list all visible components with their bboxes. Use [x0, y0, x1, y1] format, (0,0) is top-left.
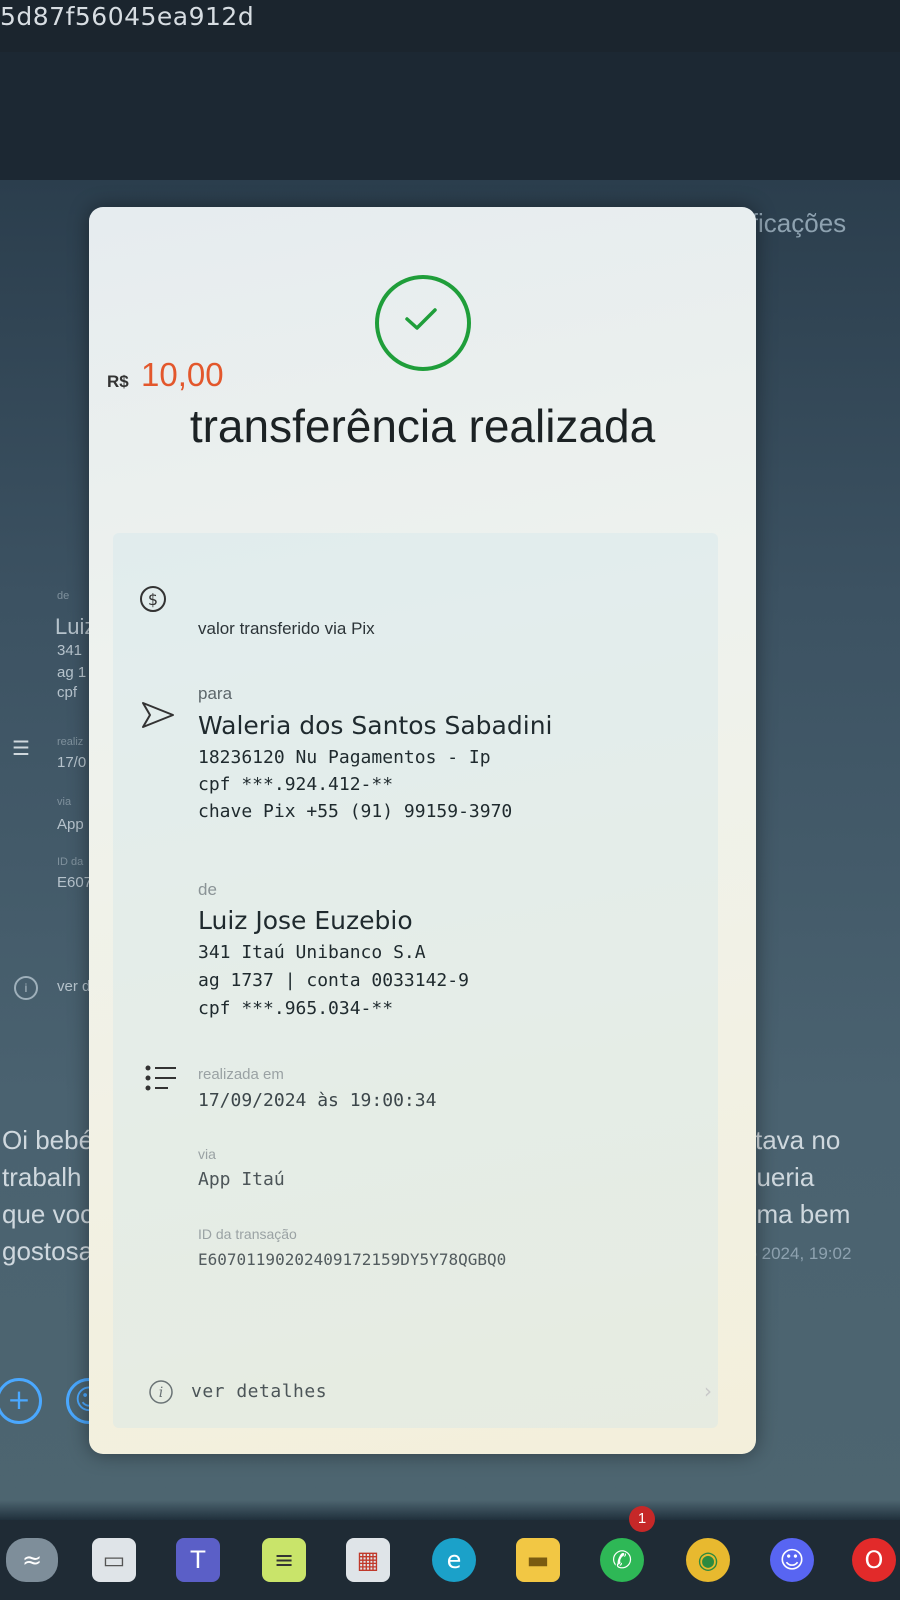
- list-icon: [145, 1065, 176, 1091]
- store-icon[interactable]: ▦: [346, 1538, 390, 1582]
- bg-message-line: trabalh: [2, 1162, 82, 1192]
- via-value: App Itaú: [198, 1169, 285, 1190]
- more-details-label: ver detalhes: [191, 1381, 328, 1402]
- background-notifications-label: ificações: [745, 208, 847, 238]
- from-account: ag 1737 | conta 0033142-9: [198, 970, 469, 991]
- from-cpf: cpf ***.965.034-**: [198, 998, 394, 1019]
- whatsapp-notification-badge: 1: [629, 1506, 655, 1532]
- bg-via: App: [57, 816, 84, 833]
- bg-message-right: stava no queria uma bem: [742, 1122, 900, 1233]
- window-title-bar: 5d87f56045ea912d: [0, 0, 900, 52]
- chevron-right-icon: ›: [704, 1379, 712, 1403]
- folder-icon[interactable]: ▬: [516, 1538, 560, 1582]
- widgets-icon[interactable]: ≈: [6, 1538, 58, 1582]
- taskbar: ≈ ▭ T ≡ ▦ e ▬ ✆ ◉ ☺ O: [0, 1520, 900, 1600]
- bg-message-left: Oi bebé trabalh que voc gostosa: [2, 1122, 102, 1270]
- bg-de-label: de: [57, 590, 70, 602]
- bg-message-line: stava no: [742, 1125, 841, 1155]
- amount-currency: R$: [107, 372, 129, 391]
- from-bank: 341 Itaú Unibanco S.A: [198, 942, 426, 963]
- files-icon[interactable]: ▭: [92, 1538, 136, 1582]
- chrome-icon[interactable]: ◉: [686, 1538, 730, 1582]
- bg-message-line: queria: [742, 1162, 815, 1192]
- bg-message-line: uma bem: [742, 1199, 851, 1229]
- send-icon: [142, 702, 174, 728]
- realized-label: realizada em: [198, 1066, 284, 1083]
- to-pix-key: chave Pix +55 (91) 99159-3970: [198, 801, 513, 822]
- add-button[interactable]: +: [0, 1378, 42, 1424]
- bg-ver-label: ver d: [57, 978, 91, 995]
- svg-text:i: i: [159, 1385, 163, 1401]
- bg-via-label: via: [57, 796, 72, 808]
- bg-list-icon: ☰: [12, 738, 30, 760]
- to-bank: 18236120 Nu Pagamentos - Ip: [198, 747, 491, 768]
- success-check-icon: [375, 275, 471, 371]
- amount-label: valor transferido via Pix: [198, 619, 375, 638]
- more-details-link[interactable]: i ver detalhes ›: [142, 1375, 712, 1411]
- to-cpf: cpf ***.924.412-**: [198, 774, 394, 795]
- transaction-id-value: E60701190202409172159DY5Y78QGBQ0: [198, 1250, 507, 1269]
- receipt-title: transferência realizada: [189, 400, 656, 452]
- realized-value: 17/09/2024 às 19:00:34: [198, 1090, 437, 1111]
- bg-bank: 341: [57, 642, 83, 659]
- to-label: para: [198, 684, 233, 703]
- bg-message-line: Oi bebé: [2, 1125, 94, 1155]
- bg-id: E607: [57, 874, 93, 891]
- transaction-id-label: ID da transação: [198, 1226, 297, 1242]
- via-label: via: [198, 1146, 216, 1162]
- bg-date: 17/0: [57, 754, 87, 771]
- to-name: Waleria dos Santos Sabadini: [198, 711, 553, 740]
- teams-icon[interactable]: T: [176, 1538, 220, 1582]
- discord-icon[interactable]: ☺: [770, 1538, 814, 1582]
- from-label: de: [198, 880, 217, 899]
- header-band: [0, 52, 900, 180]
- dollar-icon: $: [140, 586, 166, 612]
- bg-message-line: que voc: [2, 1199, 94, 1229]
- whatsapp-icon[interactable]: ✆: [600, 1538, 644, 1582]
- background-receipt-sidebar: de Luiz 341 ag 1 cpf ☰ realiz 17/0 via A…: [0, 560, 100, 1010]
- info-icon: i: [149, 1380, 173, 1404]
- window-title: 5d87f56045ea912d: [0, 2, 255, 31]
- from-name: Luiz Jose Euzebio: [198, 906, 413, 935]
- bg-info-icon: i: [14, 976, 38, 1000]
- bg-message-line: gostosa: [2, 1236, 94, 1266]
- bg-agency: ag 1: [57, 664, 87, 681]
- notepad-icon[interactable]: ≡: [262, 1538, 306, 1582]
- bg-realized-label: realiz: [57, 736, 84, 748]
- edge-icon[interactable]: e: [432, 1538, 476, 1582]
- bg-id-label: ID da: [57, 856, 84, 868]
- svg-text:$: $: [148, 590, 158, 609]
- amount-value: 10,00: [141, 356, 224, 393]
- bg-cpf: cpf: [57, 684, 78, 701]
- opera-icon[interactable]: O: [852, 1538, 896, 1582]
